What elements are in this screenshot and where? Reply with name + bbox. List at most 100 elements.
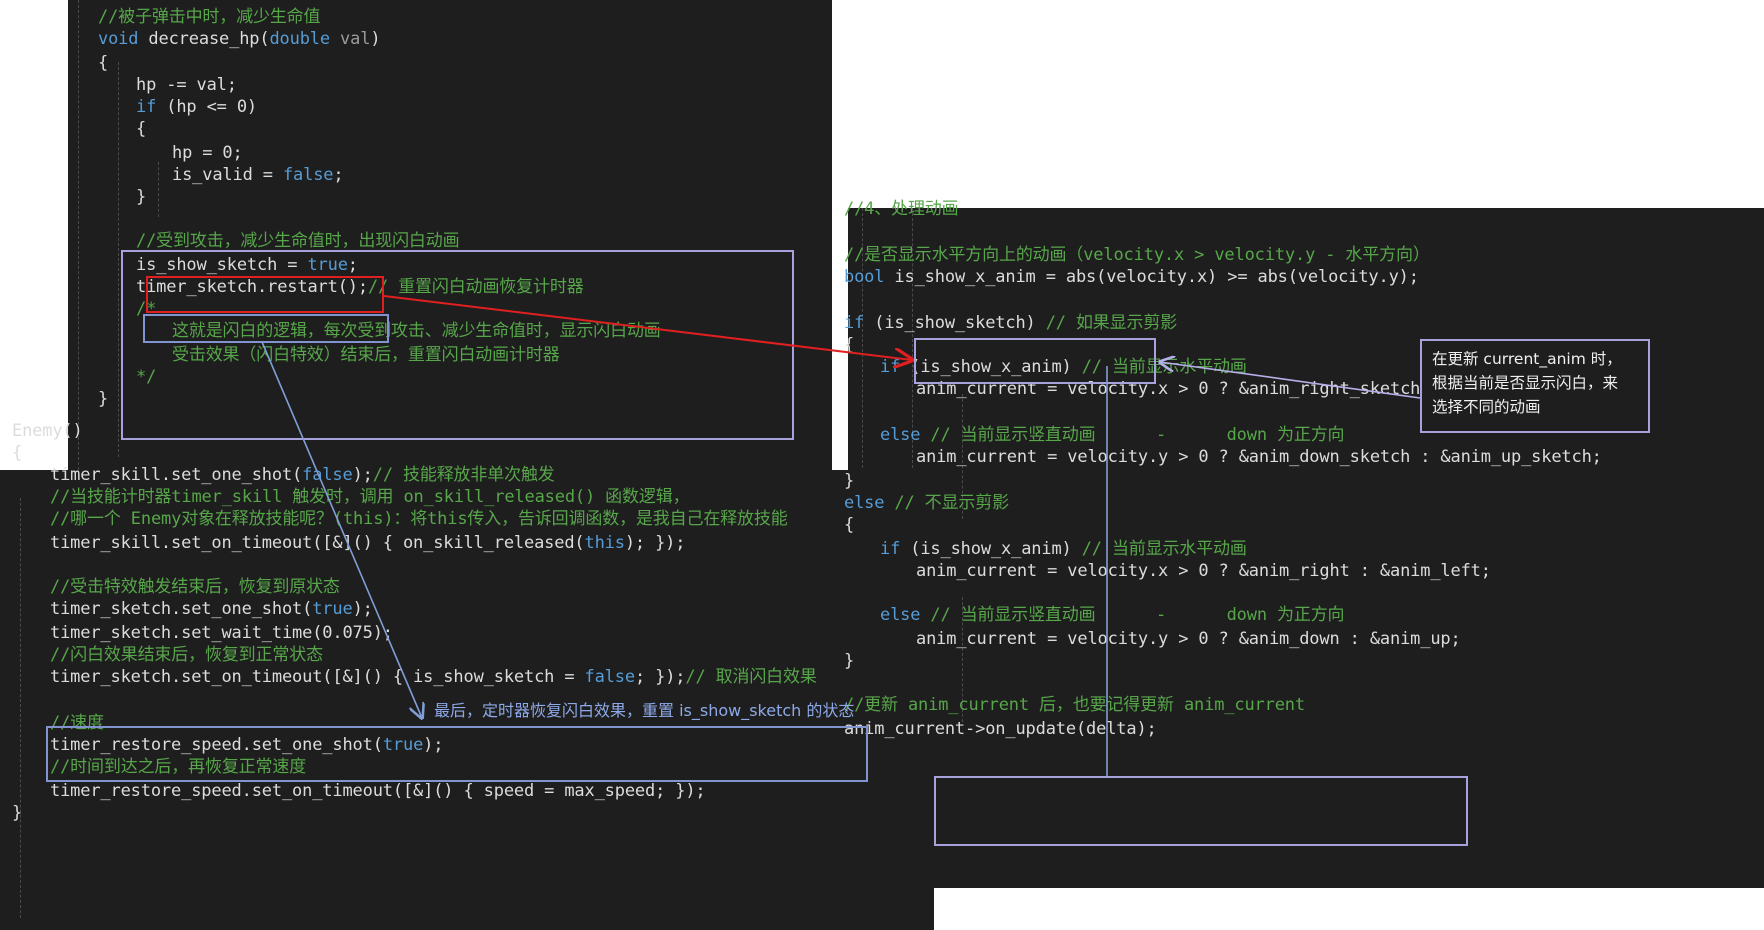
code-token: timer_sketch.set_one_shot( xyxy=(50,599,313,619)
code-token: decrease_hp( xyxy=(138,29,270,49)
timer-restart-highlight xyxy=(143,314,389,343)
code-line: timer_restore_speed.set_on_timeout([&]()… xyxy=(50,780,706,802)
code-line: //受到攻击，减少生命值时，出现闪白动画 xyxy=(136,230,460,252)
code-line: //更新 anim_current 后，也要记得更新 anim_current xyxy=(844,694,1305,716)
code-line: anim_current = velocity.x > 0 ? &anim_ri… xyxy=(916,560,1491,582)
code-token: this xyxy=(584,533,625,553)
code-token: } xyxy=(98,389,109,409)
code-token: // 取消闪白效果 xyxy=(685,667,817,687)
code-token: ); }); xyxy=(624,533,686,553)
code-line: timer_sketch.set_on_timeout([&]() { is_s… xyxy=(50,666,817,688)
code-line: else // 不显示剪影 xyxy=(844,492,1009,514)
code-token: if xyxy=(880,539,901,559)
code-line: //哪一个 Enemy对象在释放技能呢？(this)：将this传入，告诉回调函… xyxy=(50,508,788,530)
code-line: //当技能计时器timer_skill 触发时，调用 on_skill_rele… xyxy=(50,486,690,508)
code-token: hp -= val; xyxy=(136,75,237,95)
code-token: if xyxy=(844,313,865,333)
code-token: //更新 anim_current 后，也要记得更新 anim_current xyxy=(844,695,1305,715)
code-token: //4、处理动画 xyxy=(844,199,959,219)
code-line: //闪白效果结束后，恢复到正常状态 xyxy=(50,644,323,666)
code-token: (is_show_sketch) xyxy=(864,313,1046,333)
code-line: void decrease_hp(double val) xyxy=(98,28,381,50)
code-token: if xyxy=(880,357,901,377)
code-token: ); xyxy=(352,465,373,485)
code-line: } xyxy=(12,802,22,824)
code-token: } xyxy=(12,803,23,823)
code-line: timer_sketch.set_wait_time(0.075); xyxy=(50,622,393,644)
code-line: //受击特效触发结束后，恢复到原状态 xyxy=(50,576,340,598)
code-line: Enemy() xyxy=(12,420,83,442)
code-line: { xyxy=(844,334,854,356)
timer-note-text: 最后，定时器恢复闪白效果，重置 is_show_sketch 的状态 xyxy=(434,701,855,720)
code-token: timer_skill.set_on_timeout([&]() { on_sk… xyxy=(50,533,585,553)
code-token: //闪白效果结束后，恢复到正常状态 xyxy=(50,645,323,665)
code-line: anim_current = velocity.y > 0 ? &anim_do… xyxy=(916,446,1602,468)
if-sketch-highlight xyxy=(914,338,1156,384)
code-line: { xyxy=(98,52,108,74)
code-line: timer_skill.set_on_timeout([&]() { on_sk… xyxy=(50,532,686,554)
code-token: //受到攻击，减少生命值时，出现闪白动画 xyxy=(136,231,460,251)
code-line: is_valid = false; xyxy=(172,164,344,186)
timer-on-timeout-box xyxy=(46,726,868,782)
sketch-note-box: 在更新 current_anim 时， 根据当前是否显示闪白，来 选择不同的动画 xyxy=(1420,339,1650,433)
code-token: false xyxy=(584,667,636,687)
code-token: timer_sketch.set_on_timeout([&]() { is_s… xyxy=(50,667,585,687)
code-token: Enemy() xyxy=(12,421,83,441)
code-token: else xyxy=(880,605,921,625)
code-token: anim_current = velocity.y > 0 ? &anim_do… xyxy=(916,447,1602,467)
anim-update-box xyxy=(934,776,1468,846)
code-line: } xyxy=(98,388,108,410)
code-token: // 当前显示竖直动画 - down 为正方向 xyxy=(920,605,1345,625)
code-token: } xyxy=(136,187,147,207)
code-token: double xyxy=(269,29,330,49)
code-token: } xyxy=(844,471,855,491)
code-token: bool xyxy=(844,267,885,287)
indent-guide xyxy=(118,62,119,457)
code-token: is_valid = xyxy=(172,165,283,185)
code-token: ; xyxy=(333,165,344,185)
code-line: { xyxy=(12,442,22,464)
code-token: anim_current = velocity.y > 0 ? &anim_do… xyxy=(916,629,1461,649)
code-token: { xyxy=(12,443,23,463)
code-token: // 当前显示水平动画 xyxy=(1081,539,1247,559)
code-line: { xyxy=(136,118,146,140)
code-token: anim_current = velocity.x > 0 ? &anim_ri… xyxy=(916,561,1491,581)
code-token: //哪一个 Enemy对象在释放技能呢？(this)：将this传入，告诉回调函… xyxy=(50,509,788,529)
is-show-sketch-highlight xyxy=(146,276,384,313)
code-token: ) xyxy=(370,29,381,49)
code-token: true xyxy=(312,599,353,619)
code-token: timer_sketch.set_wait_time(0.075); xyxy=(50,623,393,643)
code-line: if (is_show_sketch) // 如果显示剪影 xyxy=(844,312,1177,334)
code-token: timer_skill.set_one_shot( xyxy=(50,465,303,485)
code-token: ); xyxy=(352,599,373,619)
code-token: else xyxy=(844,493,885,513)
indent-guide xyxy=(20,498,21,918)
code-token: hp = 0; xyxy=(172,143,243,163)
code-line: anim_current->on_update(delta); xyxy=(844,718,1157,740)
code-line: } xyxy=(844,650,854,672)
code-token: false xyxy=(302,465,353,485)
code-token: // 技能释放非单次触发 xyxy=(372,465,555,485)
code-token: //受击特效触发结束后，恢复到原状态 xyxy=(50,577,340,597)
code-line: anim_current = velocity.y > 0 ? &anim_do… xyxy=(916,628,1461,650)
code-token: // 如果显示剪影 xyxy=(1045,313,1178,333)
code-token: false xyxy=(282,165,334,185)
code-token: // 不显示剪影 xyxy=(884,493,1009,513)
code-line: } xyxy=(844,470,854,492)
code-token: { xyxy=(844,515,855,535)
code-token: { xyxy=(844,335,855,355)
code-token: //是否显示水平方向上的动画（velocity.x > velocity.y -… xyxy=(844,245,1430,265)
code-line: } xyxy=(136,186,146,208)
code-token: } xyxy=(844,651,855,671)
code-line: bool is_show_x_anim = abs(velocity.x) >=… xyxy=(844,266,1419,288)
code-token: { xyxy=(98,53,109,73)
code-token: is_show_x_anim = abs(velocity.x) >= abs(… xyxy=(884,267,1419,287)
code-token: // 当前显示竖直动画 - down 为正方向 xyxy=(920,425,1345,445)
code-line: timer_skill.set_one_shot(false);// 技能释放非… xyxy=(50,464,555,486)
code-token: //被子弹击中时，减少生命值 xyxy=(98,7,321,27)
code-line: else // 当前显示竖直动画 - down 为正方向 xyxy=(880,424,1345,446)
code-line: if (hp <= 0) xyxy=(136,96,257,118)
code-token: else xyxy=(880,425,921,445)
code-line: hp -= val; xyxy=(136,74,237,96)
code-line: else // 当前显示竖直动画 - down 为正方向 xyxy=(880,604,1345,626)
